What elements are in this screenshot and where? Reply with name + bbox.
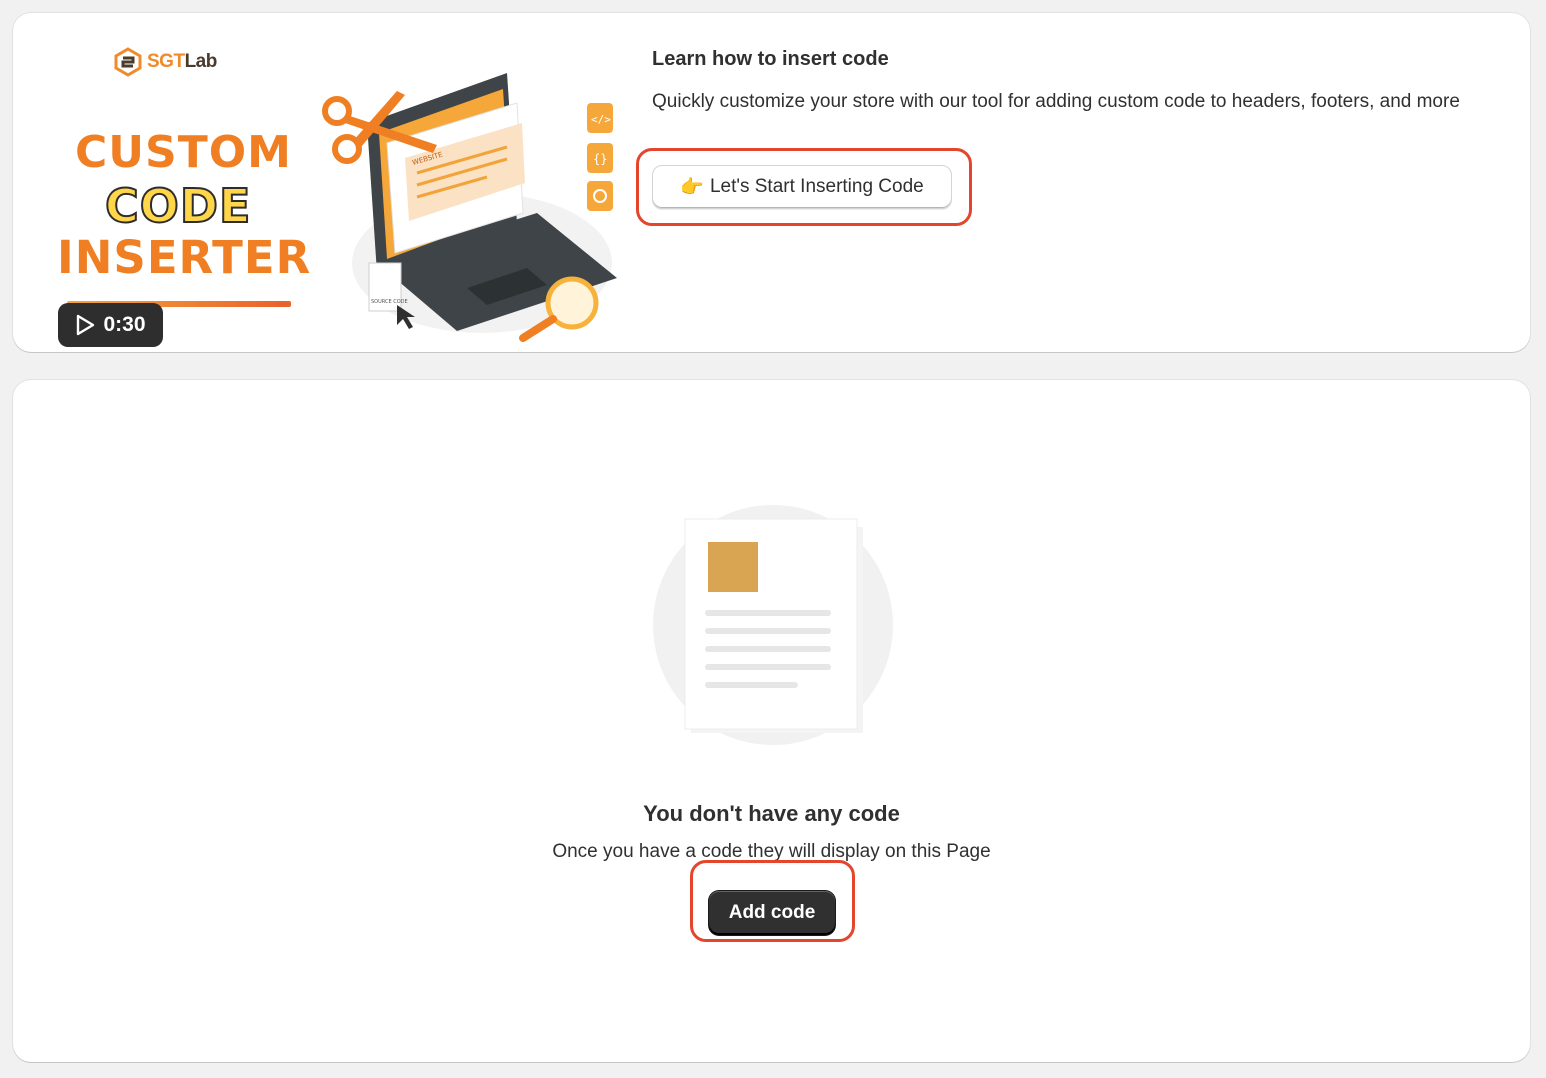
learn-heading: Learn how to insert code [652,48,889,70]
empty-state-title: You don't have any code [643,801,900,826]
svg-text:{}: {} [593,152,607,166]
laptop-illustration: WEBSITE </> {} SOURCE CODE [322,73,617,342]
add-code-label: Add code [728,902,816,923]
add-code-button[interactable]: Add code [709,891,835,935]
video-duration: 0:30 [103,313,146,336]
start-inserting-code-button[interactable]: 👉 Let's Start Inserting Code [652,165,952,209]
codes-empty-state-card: You don't have any code Once you have a … [13,380,1530,1062]
promo-card: SGTLab CUSTOM CODE INSERTER WEBSITE </> … [13,13,1530,352]
source-code-label: SOURCE CODE [371,299,408,305]
pointing-hand-icon: 👉 [680,177,704,198]
sgtlab-logo-icon [114,47,142,77]
learn-description: Quickly customize your store with our to… [652,91,1460,112]
thumbnail-title-line-2: CODE [104,179,252,233]
brand-sgt: SGT [147,51,185,72]
start-inserting-code-label: Let's Start Inserting Code [709,176,924,197]
thumbnail-title-line-1: CUSTOM [75,127,292,178]
brand-lab: Lab [184,51,218,72]
thumbnail-title-line-3: INSERTER [57,231,312,284]
video-duration-badge[interactable]: 0:30 [58,303,163,347]
sgtlab-logo: SGTLab [113,47,217,77]
play-icon [77,314,95,336]
svg-text:</>: </> [591,113,611,126]
empty-document-illustration [653,505,893,745]
video-thumbnail[interactable]: SGTLab CUSTOM CODE INSERTER WEBSITE </> … [33,33,633,347]
